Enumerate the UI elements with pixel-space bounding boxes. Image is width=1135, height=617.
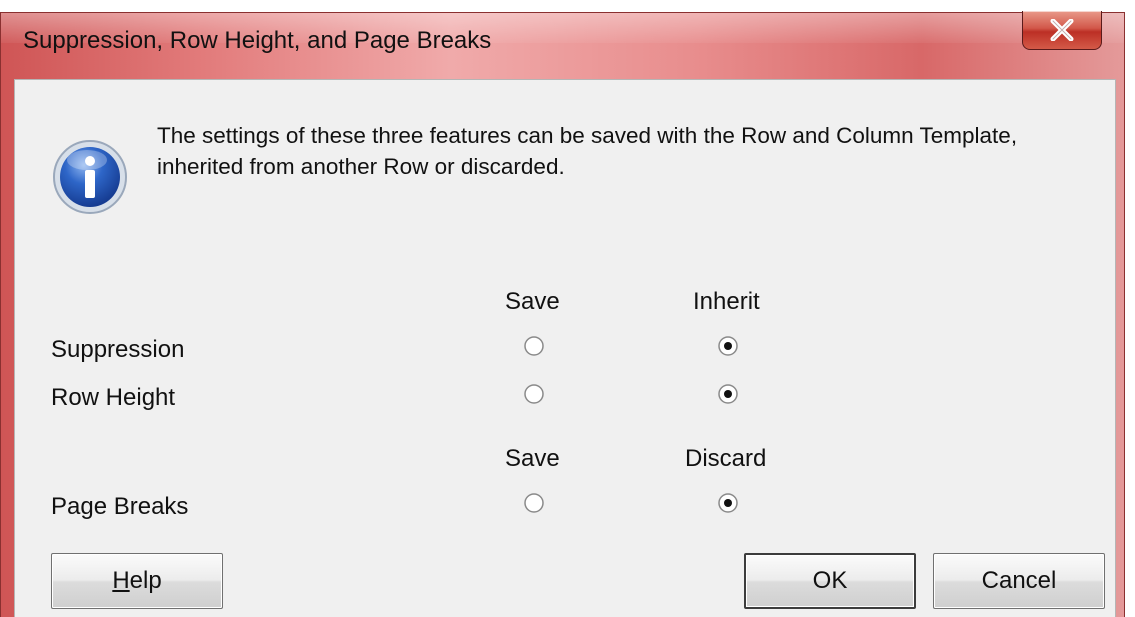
dialog-body: The settings of these three features can… bbox=[14, 79, 1116, 617]
column-header-save: Save bbox=[505, 288, 560, 315]
close-icon bbox=[1050, 19, 1074, 41]
dialog-title: Suppression, Row Height, and Page Breaks bbox=[23, 27, 492, 54]
title-bar[interactable]: Suppression, Row Height, and Page Breaks bbox=[1, 11, 1124, 75]
row-height-save-radio[interactable] bbox=[523, 383, 545, 405]
help-mnemonic: H bbox=[112, 567, 130, 594]
help-button[interactable]: Help bbox=[51, 553, 223, 609]
page-breaks-discard-radio[interactable] bbox=[717, 492, 739, 514]
help-label-rest: elp bbox=[129, 567, 162, 594]
page-breaks-label: Page Breaks bbox=[51, 493, 189, 520]
row-height-inherit-radio[interactable] bbox=[717, 383, 739, 405]
info-icon bbox=[53, 140, 127, 214]
suppression-inherit-radio[interactable] bbox=[717, 335, 739, 357]
ok-button[interactable]: OK bbox=[744, 553, 916, 609]
column-header-save-2: Save bbox=[505, 445, 560, 472]
dialog-window: Suppression, Row Height, and Page Breaks bbox=[0, 11, 1125, 617]
cancel-button[interactable]: Cancel bbox=[933, 553, 1105, 609]
row-height-label: Row Height bbox=[51, 384, 176, 411]
suppression-label: Suppression bbox=[51, 336, 185, 363]
info-message: The settings of these three features can… bbox=[157, 123, 1018, 179]
page-breaks-save-radio[interactable] bbox=[523, 492, 545, 514]
column-header-discard: Discard bbox=[685, 445, 767, 472]
close-button[interactable] bbox=[1022, 11, 1102, 50]
column-header-inherit: Inherit bbox=[693, 288, 760, 315]
suppression-save-radio[interactable] bbox=[523, 335, 545, 357]
